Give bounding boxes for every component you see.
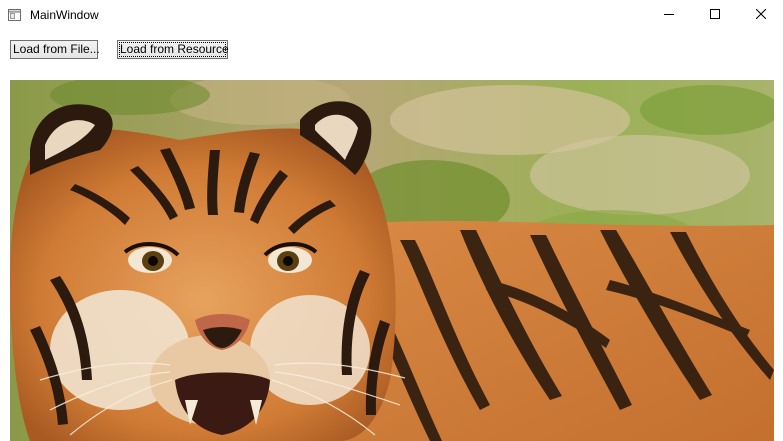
close-icon	[755, 6, 767, 24]
minimize-icon	[664, 6, 674, 24]
maximize-button[interactable]	[692, 0, 738, 30]
window-app-icon[interactable]	[8, 8, 21, 21]
close-button[interactable]	[738, 0, 783, 30]
load-from-file-button[interactable]: Load from File...	[10, 40, 100, 59]
minimize-button[interactable]	[646, 0, 692, 30]
window-title: MainWindow	[30, 8, 99, 22]
load-from-resource-button[interactable]: Load from Resource	[117, 40, 229, 59]
tiger-image	[10, 80, 774, 441]
title-bar[interactable]: MainWindow	[0, 0, 783, 30]
maximize-icon	[710, 6, 720, 24]
main-window: MainWindow Load from File... Load from R…	[0, 0, 783, 441]
